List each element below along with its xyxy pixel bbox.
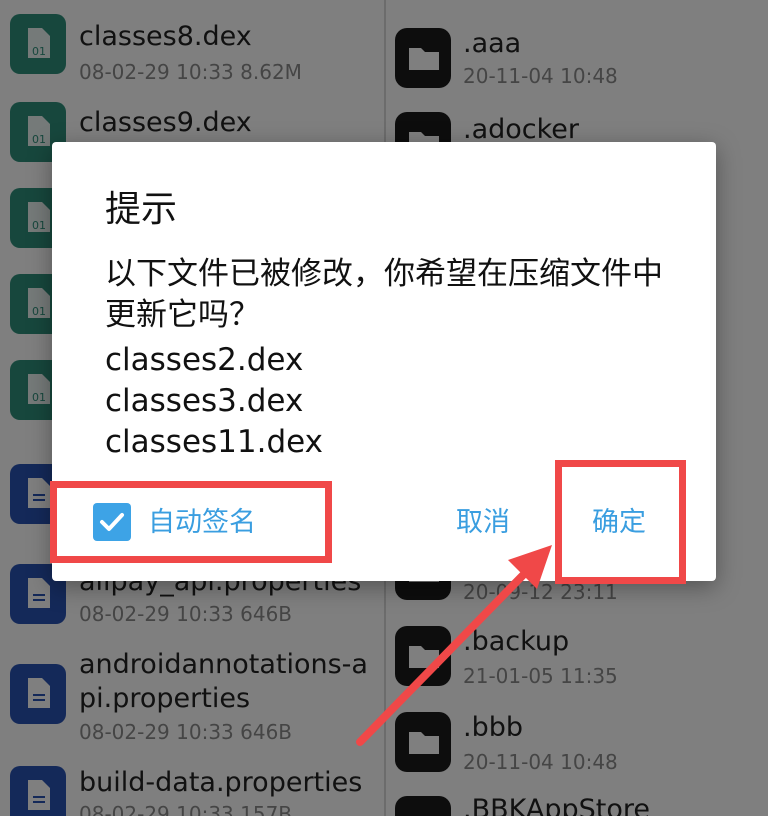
annotation-arrow [356, 545, 552, 746]
